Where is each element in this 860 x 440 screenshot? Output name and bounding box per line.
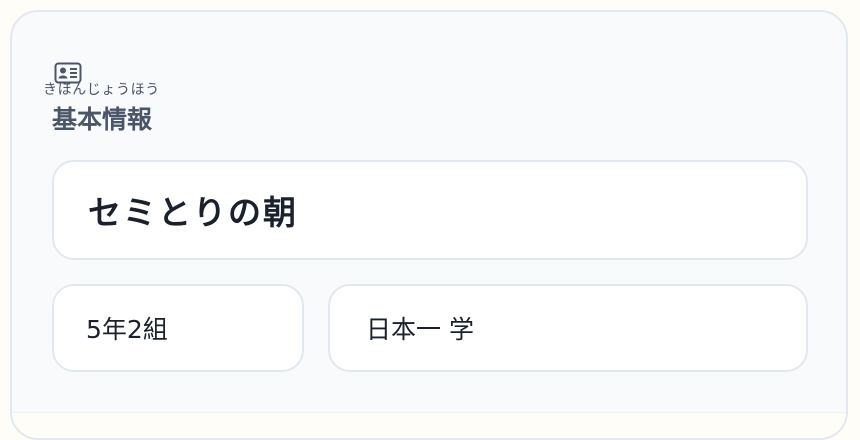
card-footer — [12, 412, 846, 438]
student-name-value: 日本一 学 — [366, 315, 474, 344]
section-title-ruby: きほんじょうほう — [43, 82, 160, 98]
story-title-value: セミとりの朝 — [88, 193, 298, 232]
class-value: 5年2組 — [86, 315, 168, 344]
section-title: 基本情報 — [52, 105, 153, 134]
student-name-field[interactable]: 日本一 学 — [328, 284, 808, 372]
basic-info-card: きほんじょうほう 基本情報 セミとりの朝 5年2組 日本一 学 — [10, 10, 848, 440]
story-title-field[interactable]: セミとりの朝 — [52, 160, 808, 260]
class-field[interactable]: 5年2組 — [52, 284, 304, 372]
